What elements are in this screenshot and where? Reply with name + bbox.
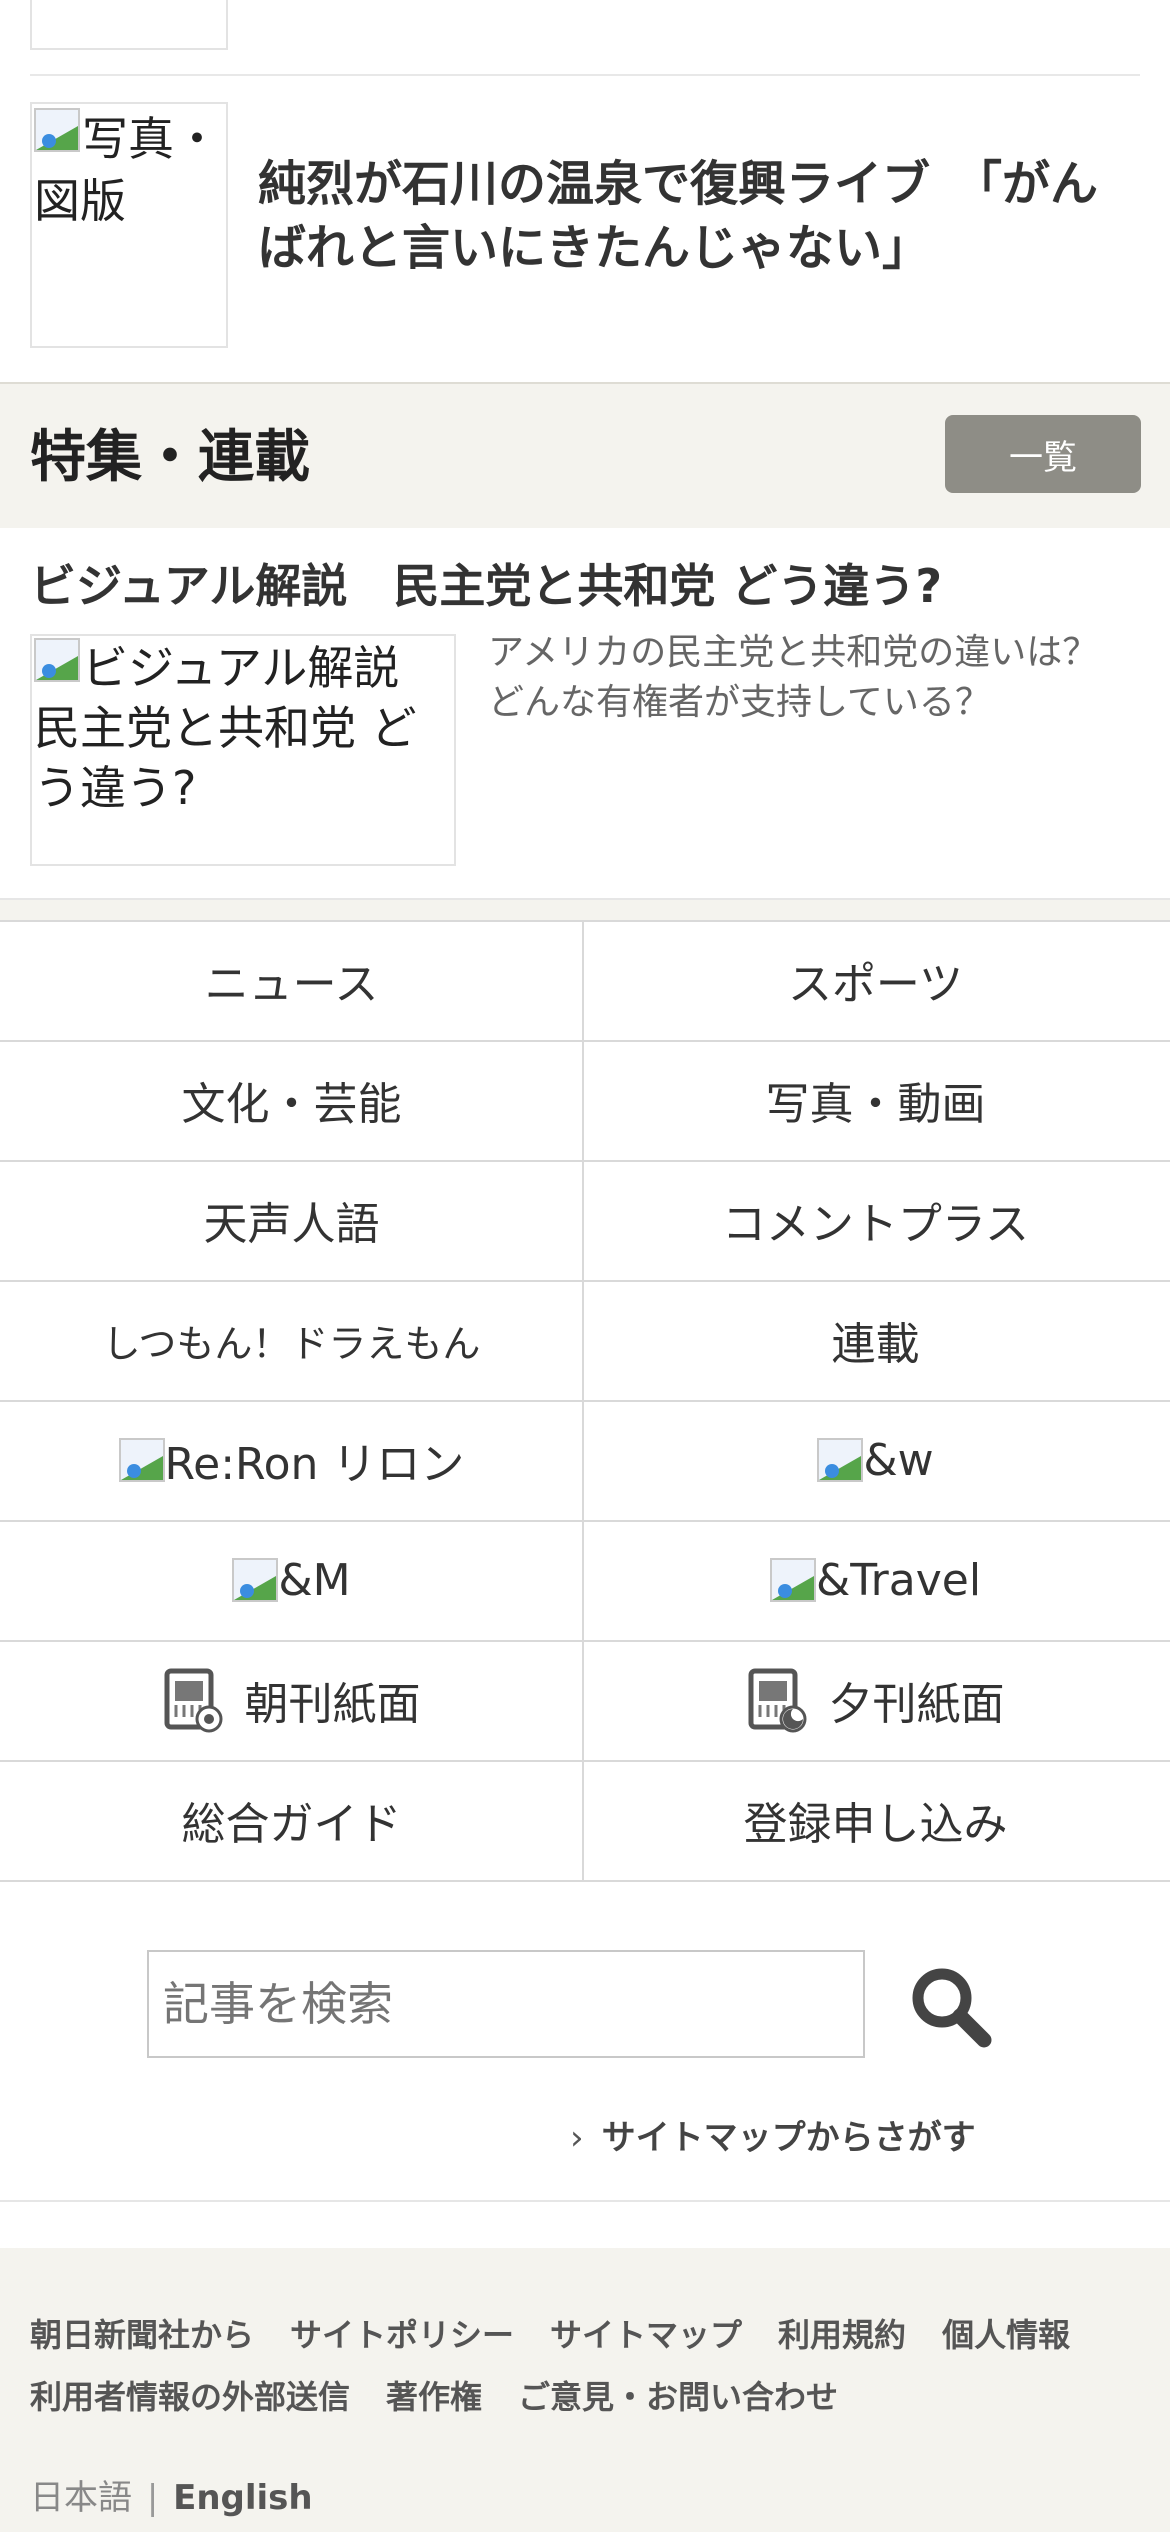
nav-item-label: 連載 xyxy=(831,1319,920,1370)
nav-item-morning-paper[interactable]: 朝刊紙面 xyxy=(0,1641,583,1759)
sitemap-link[interactable]: › サイトマップからさがす xyxy=(570,2110,976,2159)
nav-item-re-ron[interactable]: Re:Ron リロン xyxy=(0,1401,583,1519)
broken-image-icon xyxy=(232,1558,279,1602)
footer-links-row1: 朝日新聞社から サイトポリシー サイトマップ 利用規約 個人情報 xyxy=(30,2310,1070,2356)
footer-link-terms[interactable]: 利用規約 xyxy=(778,2316,906,2354)
footer-links-row2: 利用者情報の外部送信 著作権 ご意見・お問い合わせ xyxy=(30,2372,874,2418)
divider xyxy=(0,2200,1170,2202)
grid-divider xyxy=(0,1400,1170,1402)
nav-item-label: 朝刊紙面 xyxy=(244,1679,421,1730)
list-button[interactable]: 一覧 xyxy=(945,415,1141,493)
grid-divider xyxy=(0,1040,1170,1042)
sitemap-link-label: サイトマップからさがす xyxy=(601,2118,976,2158)
grid-divider xyxy=(582,920,584,1880)
grid-divider xyxy=(0,1760,1170,1762)
footer-link-copyright[interactable]: 著作権 xyxy=(386,2378,482,2416)
nav-item-label: 天声人語 xyxy=(203,1199,380,1250)
article-thumbnail-previous[interactable] xyxy=(30,0,228,50)
broken-image-icon xyxy=(34,108,80,152)
divider xyxy=(30,74,1140,76)
nav-item-label: Re:Ron リロン xyxy=(164,1439,465,1490)
nav-item-comment-plus[interactable]: コメントプラス xyxy=(584,1161,1167,1279)
article-thumbnail[interactable]: 写真・図版 xyxy=(30,102,228,348)
nav-item-news[interactable]: ニュース xyxy=(0,921,583,1039)
search-box xyxy=(147,1950,867,2060)
nav-item-doraemon[interactable]: しつもん！ドラえもん xyxy=(0,1281,583,1399)
nav-item-label: ニュース xyxy=(204,959,379,1010)
nav-item-label: 登録申し込み xyxy=(743,1799,1008,1850)
grid-divider xyxy=(0,1880,1170,1882)
language-switcher: 日本語 | English xyxy=(30,2470,313,2519)
nav-item-label: スポーツ xyxy=(787,959,964,1010)
search-icon xyxy=(912,1968,992,2048)
grid-divider xyxy=(0,1520,1170,1522)
nav-item-culture[interactable]: 文化・芸能 xyxy=(0,1041,583,1159)
newspaper-evening-icon xyxy=(748,1668,806,1733)
grid-divider xyxy=(0,1640,1170,1642)
section-gap xyxy=(0,898,1170,922)
lang-en[interactable]: English xyxy=(173,2478,313,2518)
grid-divider xyxy=(0,1160,1170,1162)
footer-link-company[interactable]: 朝日新聞社から xyxy=(30,2316,254,2354)
lang-ja[interactable]: 日本語 xyxy=(30,2478,132,2518)
nav-item-guide[interactable]: 総合ガイド xyxy=(0,1761,583,1879)
broken-image-icon xyxy=(817,1438,864,1482)
broken-image-icon xyxy=(34,638,80,682)
nav-item-label: &Travel xyxy=(815,1554,982,1606)
feature-item-image-alt: ビジュアル解説 民主党と共和党 どう違う? xyxy=(34,641,446,815)
broken-image-icon xyxy=(769,1558,816,1602)
nav-item-evening-paper[interactable]: 夕刊紙面 xyxy=(584,1641,1167,1759)
nav-item-label: &M xyxy=(278,1554,351,1606)
nav-item-sports[interactable]: スポーツ xyxy=(584,921,1167,1039)
footer-link-contact[interactable]: ご意見・お問い合わせ xyxy=(518,2378,838,2416)
nav-item-tenseijingo[interactable]: 天声人語 xyxy=(0,1161,583,1279)
nav-item-photo-video[interactable]: 写真・動画 xyxy=(584,1041,1167,1159)
nav-item-label: 文化・芸能 xyxy=(181,1079,402,1130)
nav-item-label: 夕刊紙面 xyxy=(828,1679,1005,1730)
nav-item-label: 写真・動画 xyxy=(765,1079,986,1130)
nav-item-label: &w xyxy=(863,1434,934,1486)
article-title[interactable]: 純烈が石川の温泉で復興ライブ 「がんばれと言いにきたんじゃない」 xyxy=(258,152,1128,280)
nav-item-and-m[interactable]: &M xyxy=(0,1521,583,1639)
feature-section-title: 特集・連載 xyxy=(30,425,310,490)
nav-item-and-travel[interactable]: &Travel xyxy=(584,1521,1167,1639)
footer-link-site-policy[interactable]: サイトポリシー xyxy=(290,2316,514,2354)
nav-item-label: 総合ガイド xyxy=(181,1799,402,1850)
grid-divider xyxy=(0,920,1170,922)
grid-divider xyxy=(0,1280,1170,1282)
feature-item-description: アメリカの民主党と共和党の違いは？どんな有権者が支持している？ xyxy=(488,632,1099,723)
nav-item-label: しつもん！ドラえもん xyxy=(102,1321,481,1366)
nav-item-and-w[interactable]: &w xyxy=(584,1401,1167,1519)
search-input[interactable] xyxy=(147,1950,865,2058)
nav-item-serial[interactable]: 連載 xyxy=(584,1281,1167,1399)
nav-item-register[interactable]: 登録申し込み xyxy=(584,1761,1167,1879)
chevron-right-icon: › xyxy=(570,2118,584,2158)
nav-item-label: コメントプラス xyxy=(721,1199,1030,1250)
feature-item-thumbnail[interactable]: ビジュアル解説 民主党と共和党 どう違う? xyxy=(30,634,456,866)
feature-item-title[interactable]: ビジュアル解説 民主党と共和党 どう違う? xyxy=(30,550,942,616)
broken-image-icon xyxy=(118,1438,165,1482)
lang-separator: | xyxy=(146,2478,159,2518)
footer-link-sitemap[interactable]: サイトマップ xyxy=(550,2316,742,2354)
footer-link-privacy[interactable]: 個人情報 xyxy=(942,2316,1070,2354)
footer: 朝日新聞社から サイトポリシー サイトマップ 利用規約 個人情報 利用者情報の外部送信著… xyxy=(0,2248,1170,2532)
search-button[interactable] xyxy=(906,1962,996,2052)
footer-link-external-transmission[interactable]: 利用者情報の外部送信 xyxy=(30,2378,350,2416)
newspaper-morning-icon xyxy=(164,1668,222,1733)
